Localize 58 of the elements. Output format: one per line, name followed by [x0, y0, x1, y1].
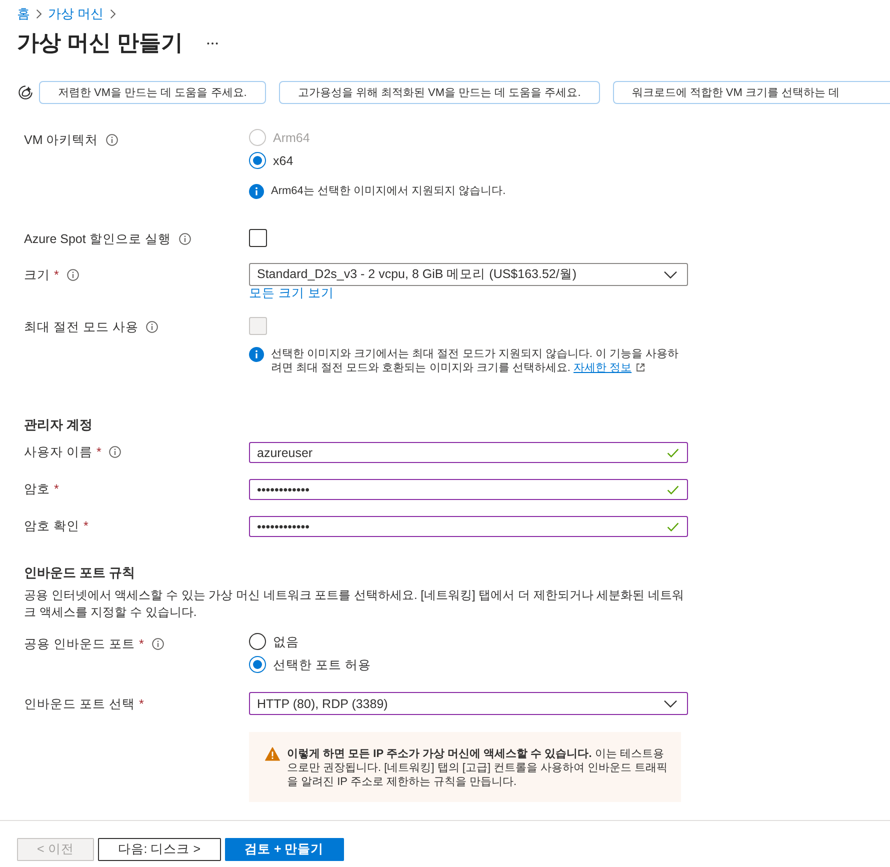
field-label: Azure Spot 할인으로 실행 — [24, 231, 171, 247]
dropdown[interactable]: HTTP (80), RDP (3389) — [249, 692, 688, 715]
section-heading: 인바운드 포트 규칙 — [24, 565, 136, 581]
required-mark: * — [96, 444, 102, 460]
field-label: 암호 확인 — [24, 518, 80, 534]
swirl-icon — [18, 85, 33, 100]
radio-label: 선택한 포트 허용 — [273, 656, 371, 672]
chevron-right-icon — [36, 9, 42, 19]
info-icon[interactable] — [152, 638, 164, 650]
radio-button[interactable] — [249, 633, 266, 650]
info-icon[interactable] — [178, 233, 191, 245]
text-field[interactable]: azureuser — [249, 442, 688, 463]
warning-message: 이렇게 하면 모든 IP 주소가 가상 머신에 액세스할 수 있습니다. 이는 테스트용으로만 권장됩니다. [네트워킹] 탭의 [고급] 컨트롤을 사용하여 인바운드 트래픽을 알려진 IP 주소로 제한하는 규칙을 만듭니다. — [287, 747, 669, 789]
checkbox[interactable] — [249, 229, 267, 247]
secondary-button[interactable]: 다음: 디스크 > — [98, 838, 220, 861]
field-label: VM 아키텍처 — [24, 132, 98, 148]
info-icon — [249, 347, 264, 362]
field-label: 사용자 이름 — [24, 444, 92, 460]
section-description: 공용 인터넷에서 액세스할 수 있는 가상 머신 네트워크 포트를 선택하세요. [네트워킹] 탭에서 더 제한되거나 세분화된 네트워크 액세스를 지정할 수 있습니다. — [24, 587, 686, 621]
info-message: 선택한 이미지와 크기에서는 최대 절전 모드가 지원되지 않습니다. 이 기능을 사용하려면 최대 절전 모드와 호환되는 이미지와 크기를 선택하세요. 자세한 정보 — [271, 348, 680, 375]
page-title: 가상 머신 만들기 — [17, 29, 184, 57]
all-sizes-link[interactable]: 모든 크기 보기 — [249, 286, 334, 301]
radio-button[interactable] — [249, 152, 266, 169]
field-label: 최대 절전 모드 사용 — [24, 319, 138, 335]
info-icon — [249, 184, 264, 199]
password-field[interactable]: •••••••••••• — [249, 479, 688, 500]
radio-label: 없음 — [273, 634, 299, 650]
chevron-right-icon — [110, 9, 116, 19]
radio-button[interactable] — [249, 656, 266, 673]
required-mark: * — [54, 481, 59, 497]
field-label: 공용 인바운드 포트 — [24, 636, 135, 652]
primary-button[interactable]: 검토 + 만들기 — [224, 838, 344, 861]
radio-label: Arm64 — [273, 130, 310, 146]
chevron-down-icon — [664, 700, 677, 708]
info-icon[interactable] — [106, 134, 118, 146]
required-mark: * — [54, 267, 59, 283]
info-icon[interactable] — [66, 269, 79, 281]
section-heading: 관리자 계정 — [24, 417, 94, 433]
field-label: 인바운드 포트 선택 — [24, 696, 135, 712]
radio-label: x64 — [273, 152, 294, 168]
field-label: 암호 — [24, 481, 50, 497]
required-mark: * — [138, 696, 144, 712]
password-field[interactable]: •••••••••••• — [249, 516, 688, 537]
required-mark: * — [83, 518, 88, 534]
suggestion-button[interactable]: 저렴한 VM을 만드는 데 도움을 주세요. — [39, 81, 266, 104]
chevron-down-icon — [664, 270, 677, 278]
field-label: 크기 — [24, 267, 50, 283]
more-icon[interactable] — [207, 42, 218, 44]
external-link-icon — [636, 362, 645, 372]
suggestion-button[interactable]: 워크로드에 적합한 VM 크기를 선택하는 데 — [612, 81, 890, 104]
suggestion-button[interactable]: 고가용성을 위해 최적화된 VM을 만드는 데 도움을 주세요. — [278, 81, 600, 104]
dropdown[interactable]: Standard_D2s_v3 - 2 vcpu, 8 GiB 메모리 (US$163.52/월) — [249, 263, 688, 286]
warning-icon — [265, 747, 280, 761]
info-icon[interactable] — [109, 446, 122, 458]
breadcrumb-link[interactable]: 가상 머신 — [48, 6, 104, 22]
info-message: Arm64는 선택한 이미지에서 지원되지 않습니다. — [271, 185, 507, 198]
required-mark: * — [138, 636, 144, 652]
breadcrumb-link[interactable]: 홈 — [17, 6, 30, 22]
